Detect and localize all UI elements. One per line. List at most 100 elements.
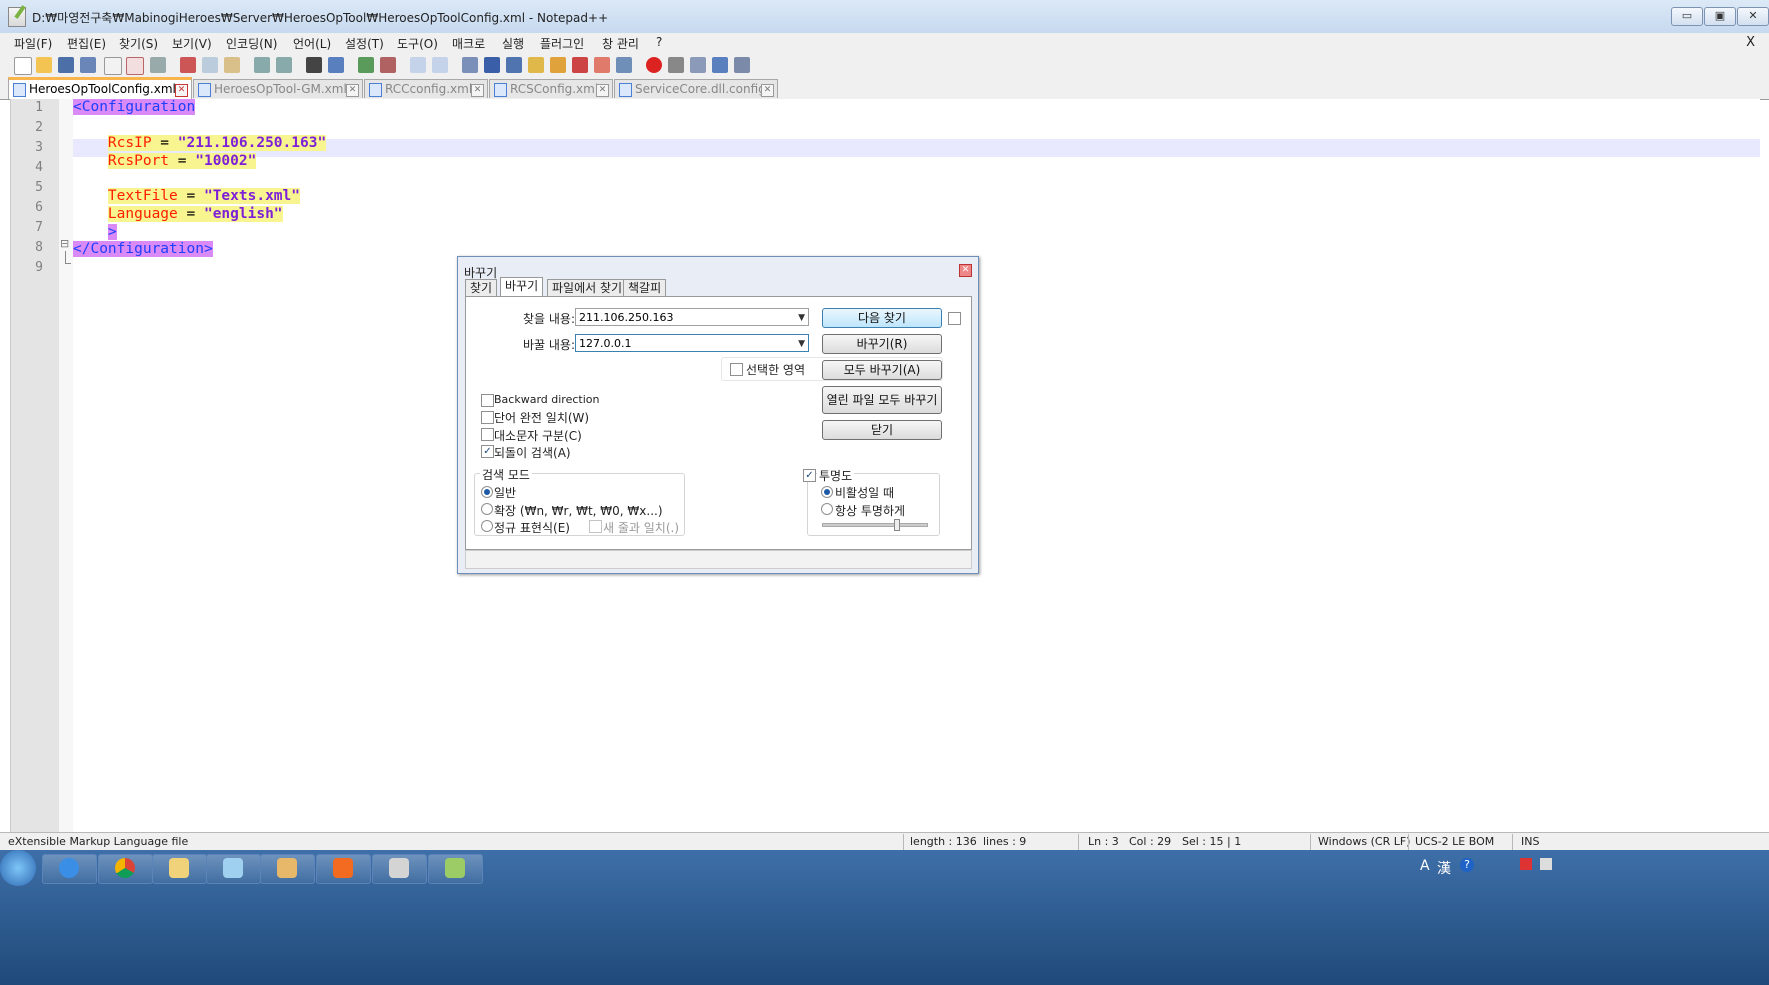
tab-heroesoptool-gm[interactable]: HeroesOpTool-GM.xml ✕ (193, 79, 363, 98)
play-multi-icon[interactable] (712, 57, 728, 73)
menu-run[interactable]: 실행 (502, 35, 524, 52)
paste-icon[interactable] (224, 57, 240, 73)
tab-close-icon[interactable]: ✕ (175, 84, 188, 97)
start-button[interactable] (0, 850, 36, 886)
monitor-icon[interactable] (616, 57, 632, 73)
save-all-icon[interactable] (80, 57, 96, 73)
menu-plugins[interactable]: 플러그인 (540, 35, 584, 52)
doc-map-icon[interactable] (550, 57, 566, 73)
menu-encoding[interactable]: 인코딩(N) (226, 35, 277, 52)
transparency-checkbox[interactable]: ✓ (803, 469, 816, 482)
transparency-lose-focus-radio[interactable] (821, 486, 833, 498)
network-icon[interactable] (1520, 858, 1532, 870)
close-all-icon[interactable] (126, 57, 144, 75)
sync-v-icon[interactable] (410, 57, 426, 73)
save-macro-icon[interactable] (734, 57, 750, 73)
dialog-tab-find-in-files[interactable]: 파일에서 찾기 (547, 279, 628, 297)
ime-mode-a[interactable]: A (1420, 858, 1430, 874)
save-icon[interactable] (58, 57, 74, 73)
help-icon[interactable]: ? (1460, 858, 1474, 872)
transparency-slider-track[interactable] (822, 519, 928, 531)
backward-checkbox[interactable] (481, 394, 494, 407)
in-selection-checkbox[interactable] (730, 363, 743, 376)
menu-window[interactable]: 창 관리 (602, 35, 639, 52)
dialog-close-button[interactable]: 닫기 (822, 420, 942, 440)
close-icon[interactable] (104, 57, 122, 75)
find-input[interactable]: 211.106.250.163 ▼ (575, 308, 809, 326)
tab-close-icon[interactable]: ✕ (761, 84, 774, 97)
redo-icon[interactable] (276, 57, 292, 73)
replace-button[interactable]: 바꾸기(R) (822, 334, 942, 354)
status-encoding[interactable]: UCS-2 LE BOM (1415, 835, 1494, 848)
find-next-button[interactable]: 다음 찾기 (822, 308, 942, 328)
dialog-tab-find[interactable]: 찾기 (465, 279, 498, 297)
menu-language[interactable]: 언어(L) (293, 35, 331, 52)
tab-close-icon[interactable]: ✕ (346, 84, 359, 97)
replace-all-open-docs-button[interactable]: 열린 파일 모두 바꾸기 (822, 386, 942, 414)
close-button[interactable]: ✕ (1737, 7, 1769, 26)
chevron-down-icon[interactable]: ▼ (798, 335, 805, 353)
menu-help[interactable]: ? (656, 35, 662, 49)
dialog-close-icon[interactable]: ✕ (959, 264, 972, 277)
find-next-extra-checkbox[interactable] (948, 312, 961, 325)
cut-icon[interactable] (180, 57, 196, 73)
record-icon[interactable] (646, 57, 662, 73)
all-chars-icon[interactable] (484, 57, 500, 73)
whole-word-checkbox[interactable] (481, 411, 494, 424)
tab-heroesoptoolconfig[interactable]: HeroesOpToolConfig.xml ✕ (8, 77, 192, 99)
copy-icon[interactable] (202, 57, 218, 73)
transparency-slider-thumb[interactable] (894, 519, 900, 531)
open-file-icon[interactable] (36, 57, 52, 73)
udl-icon[interactable] (528, 57, 544, 73)
dialog-tab-replace[interactable]: 바꾸기 (500, 277, 544, 298)
fold-marker-icon[interactable]: ⊟ (60, 237, 69, 250)
wrap-around-checkbox[interactable]: ✓ (481, 445, 494, 458)
menu-macro[interactable]: 매크로 (452, 35, 485, 52)
document-close-icon[interactable]: X (1746, 35, 1755, 50)
function-list-icon[interactable] (572, 57, 588, 73)
tab-rcsconfig[interactable]: RCSConfig.xml ✕ (489, 79, 613, 98)
replace-icon[interactable] (328, 57, 344, 73)
replace-input[interactable]: 127.0.0.1 ▼ (575, 334, 809, 352)
stop-icon[interactable] (668, 57, 684, 73)
menu-view[interactable]: 보기(V) (172, 35, 212, 52)
mode-regex-radio[interactable] (481, 520, 493, 532)
undo-icon[interactable] (254, 57, 270, 73)
maximize-button[interactable]: ▣ (1704, 7, 1736, 26)
xampp-icon[interactable] (316, 854, 371, 884)
replace-all-button[interactable]: 모두 바꾸기(A) (822, 360, 942, 380)
sync-h-icon[interactable] (432, 57, 448, 73)
zoom-in-icon[interactable] (358, 57, 374, 73)
paint-icon[interactable] (260, 854, 315, 884)
tab-rccconfig[interactable]: RCCconfig.xml ✕ (364, 79, 488, 98)
chrome-icon[interactable] (98, 854, 153, 884)
tab-close-icon[interactable]: ✕ (596, 84, 609, 97)
mode-extended-radio[interactable] (481, 503, 493, 515)
tab-servicecore-config[interactable]: ServiceCore.dll.config ✕ (614, 79, 778, 98)
internet-explorer-icon[interactable] (42, 854, 97, 884)
minimize-button[interactable]: ▭ (1671, 7, 1703, 26)
notepadpp-icon[interactable] (428, 854, 483, 884)
match-case-checkbox[interactable] (481, 428, 494, 441)
notepad-icon[interactable] (206, 854, 261, 884)
chevron-down-icon[interactable]: ▼ (798, 309, 805, 327)
file-explorer-icon[interactable] (152, 854, 207, 884)
folder-icon[interactable] (594, 57, 610, 73)
dialog-tab-mark[interactable]: 책갈피 (623, 279, 667, 297)
print-icon[interactable] (150, 57, 166, 73)
transparency-always-radio[interactable] (821, 503, 833, 515)
ime-mode-hanja[interactable]: 漢 (1437, 858, 1451, 878)
menu-edit[interactable]: 편집(E) (67, 35, 106, 52)
wrap-icon[interactable] (462, 57, 478, 73)
find-icon[interactable] (306, 57, 322, 73)
tab-close-icon[interactable]: ✕ (471, 84, 484, 97)
menu-tools[interactable]: 도구(O) (397, 35, 438, 52)
tool-icon[interactable] (372, 854, 427, 884)
new-file-icon[interactable] (14, 57, 32, 75)
menu-search[interactable]: 찾기(S) (119, 35, 158, 52)
play-icon[interactable] (690, 57, 706, 73)
zoom-out-icon[interactable] (380, 57, 396, 73)
indent-guide-icon[interactable] (506, 57, 522, 73)
mode-normal-radio[interactable] (481, 486, 493, 498)
status-eol[interactable]: Windows (CR LF) (1318, 835, 1410, 848)
